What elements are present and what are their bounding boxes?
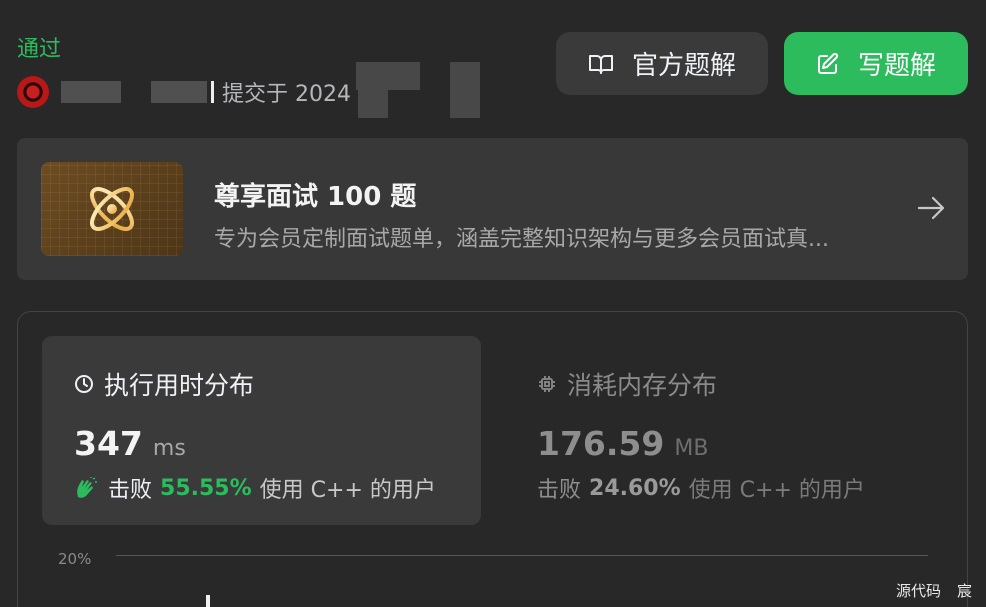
performance-panel: 执行用时分布 347 ms 击败 55.55% 使用 C++ 的用户 消耗内存分…	[17, 311, 968, 607]
runtime-beat-prefix: 击败	[108, 478, 153, 503]
runtime-card[interactable]: 执行用时分布 347 ms 击败 55.55% 使用 C++ 的用户	[42, 336, 481, 525]
chart-y-tick-label: 20%	[58, 550, 92, 568]
memory-beat-prefix: 击败	[537, 478, 582, 503]
runtime-beat: 击败 55.55% 使用 C++ 的用户	[74, 472, 436, 504]
atom-icon	[90, 187, 134, 231]
memory-beat: 击败 24.60% 使用 C++ 的用户	[537, 472, 865, 504]
runtime-title: 执行用时分布	[74, 366, 254, 402]
memory-value: 176.59 MB	[537, 424, 708, 463]
runtime-number: 347	[74, 424, 143, 463]
runtime-value: 347 ms	[74, 424, 186, 463]
clock-icon	[74, 374, 94, 394]
write-solution-label: 写题解	[857, 51, 936, 81]
official-solution-button[interactable]: 官方题解	[556, 32, 768, 95]
memory-beat-suffix: 使用 C++ 的用户	[688, 478, 865, 503]
runtime-beat-suffix: 使用 C++ 的用户	[259, 478, 436, 503]
redacted-username	[151, 81, 207, 103]
official-solution-label: 官方题解	[631, 51, 736, 81]
avatar[interactable]	[17, 76, 49, 108]
memory-title-text: 消耗内存分布	[567, 371, 718, 400]
runtime-beat-percent: 55.55%	[160, 475, 252, 501]
submission-status: 通过	[17, 37, 62, 62]
redacted-username	[61, 81, 121, 103]
footer: 源代码宸	[896, 580, 986, 601]
edit-icon	[816, 52, 840, 76]
footer-user-fragment: 宸	[957, 582, 973, 600]
memory-beat-percent: 24.60%	[589, 475, 681, 501]
redacted-region	[356, 62, 420, 90]
chip-icon	[537, 374, 557, 394]
memory-card[interactable]: 消耗内存分布 176.59 MB 击败 24.60% 使用 C++ 的用户	[537, 336, 937, 525]
runtime-title-text: 执行用时分布	[104, 371, 255, 400]
premium-banner-image	[41, 162, 183, 256]
memory-unit: MB	[674, 436, 709, 461]
clap-icon	[74, 477, 98, 499]
memory-number: 176.59	[537, 424, 665, 463]
submitted-time: 提交于 2024	[222, 82, 351, 107]
username-fragment	[211, 81, 214, 103]
redacted-region	[450, 62, 480, 118]
book-icon	[588, 53, 614, 75]
chart-bar[interactable]	[206, 595, 210, 607]
submitter-info: 提交于 2024	[17, 74, 351, 110]
arrow-right-icon[interactable]	[916, 193, 946, 227]
source-code-link[interactable]: 源代码	[896, 582, 941, 600]
redacted-region	[358, 90, 388, 118]
premium-interview-banner[interactable]: 尊享面试 100 题 专为会员定制面试题单，涵盖完整知识架构与更多会员面试真..…	[17, 138, 968, 280]
promo-description: 专为会员定制面试题单，涵盖完整知识架构与更多会员面试真...	[214, 227, 829, 252]
write-solution-button[interactable]: 写题解	[784, 32, 968, 95]
memory-title: 消耗内存分布	[537, 366, 717, 402]
chart-gridline	[116, 555, 928, 556]
runtime-unit: ms	[152, 436, 186, 461]
promo-title: 尊享面试 100 题	[214, 182, 417, 212]
